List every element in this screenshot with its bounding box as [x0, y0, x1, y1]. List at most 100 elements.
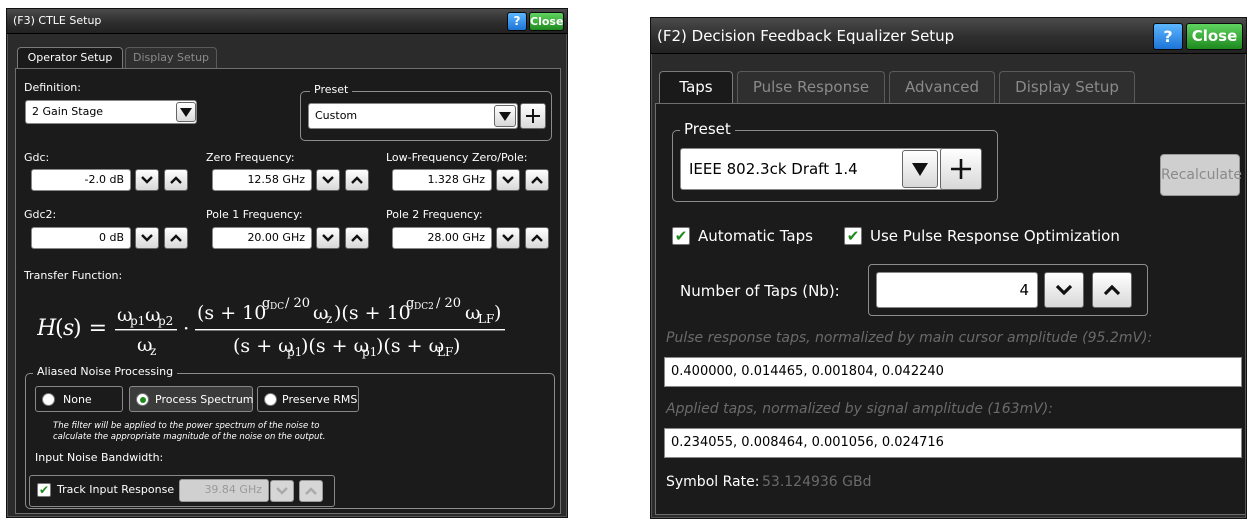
tab-display-setup-dfe[interactable]: Display Setup: [999, 71, 1135, 103]
svg-text:): ): [453, 335, 460, 357]
gdc2-input[interactable]: 0 dB: [31, 227, 131, 249]
pole1-frequency-input[interactable]: 20.00 GHz: [212, 227, 312, 249]
radio-process-spectrum-circle: [136, 393, 149, 406]
chevron-down-icon: [322, 176, 334, 184]
gdc2-decrement-button[interactable]: [135, 227, 159, 249]
radio-process-spectrum[interactable]: Process Spectrum: [129, 386, 254, 412]
pole1-decrement-button[interactable]: [316, 227, 340, 249]
svg-text:LF: LF: [437, 345, 453, 359]
ctle-preset-add-button[interactable]: [520, 103, 546, 129]
ctle-preset-dropdown-button[interactable]: [494, 105, 516, 127]
gdc-input[interactable]: -2.0 dB: [31, 169, 131, 191]
dfe-close-button[interactable]: Close: [1186, 23, 1243, 50]
chevron-down-icon: [141, 176, 153, 184]
definition-select[interactable]: 2 Gain Stage: [25, 100, 197, 124]
applied-taps-field[interactable]: 0.234055, 0.008464, 0.001056, 0.024716: [664, 428, 1242, 458]
number-of-taps-increment-button[interactable]: [1092, 272, 1132, 308]
lf-zero-pole-decrement-button[interactable]: [496, 169, 520, 191]
chevron-up-icon: [170, 176, 182, 184]
chevron-down-icon: [499, 111, 511, 121]
pulse-taps-field[interactable]: 0.400000, 0.014465, 0.001804, 0.042240: [664, 357, 1242, 387]
dfe-preset-dropdown-button[interactable]: [902, 150, 938, 188]
pole1-increment-button[interactable]: [345, 227, 369, 249]
radio-preserve-rms-circle: [264, 393, 277, 406]
chevron-up-icon: [305, 487, 317, 495]
svg-text:DC: DC: [270, 302, 284, 312]
tab-operator-setup[interactable]: Operator Setup: [17, 47, 123, 69]
applied-taps-hint: Applied taps, normalized by signal ampli…: [666, 401, 1053, 417]
tab-display-setup[interactable]: Display Setup: [125, 47, 217, 69]
pole2-frequency-input[interactable]: 28.00 GHz: [392, 227, 492, 249]
definition-label: Definition:: [24, 81, 81, 94]
radio-none-label: None: [63, 393, 92, 406]
number-of-taps-label: Number of Taps (Nb):: [680, 282, 840, 300]
dfe-help-button[interactable]: ?: [1153, 23, 1183, 50]
gdc2-increment-button[interactable]: [164, 227, 188, 249]
svg-text:H: H: [37, 316, 57, 341]
zero-frequency-increment-button[interactable]: [345, 169, 369, 191]
pole2-increment-button[interactable]: [525, 227, 549, 249]
chevron-down-icon: [276, 487, 288, 495]
svg-text:·: ·: [183, 316, 189, 340]
zero-frequency-label: Zero Frequency:: [206, 151, 295, 164]
pole2-decrement-button[interactable]: [496, 227, 520, 249]
dfe-preset-add-button[interactable]: [940, 148, 982, 190]
lf-zero-pole-input[interactable]: 1.328 GHz: [392, 169, 492, 191]
svg-text:)(s + 10: )(s + 10: [334, 302, 411, 324]
chevron-down-icon: [502, 234, 514, 242]
pulse-response-optimization-label: Use Pulse Response Optimization: [870, 227, 1120, 245]
definition-dropdown-button[interactable]: [176, 102, 196, 122]
radio-none[interactable]: None: [35, 386, 123, 412]
chevron-up-icon: [170, 234, 182, 242]
ctle-preset-select[interactable]: Custom: [308, 103, 518, 129]
recalculate-button: Recalculate: [1160, 154, 1242, 196]
bandwidth-increment-button: [299, 480, 323, 502]
svg-text:) =: ) =: [73, 316, 107, 341]
tab-pulse-response[interactable]: Pulse Response: [737, 71, 885, 103]
ctle-help-button[interactable]: ?: [507, 12, 527, 31]
ctle-preset-legend: Preset: [310, 83, 353, 96]
taps-panel: Preset IEEE 802.3ck Draft 1.4 Recalculat…: [655, 103, 1245, 515]
svg-text:(s + ω: (s + ω: [233, 335, 294, 357]
svg-text:DC2: DC2: [414, 302, 434, 312]
svg-text:)(s + ω: )(s + ω: [301, 335, 369, 357]
radio-preserve-rms-label: Preserve RMS: [282, 393, 358, 406]
svg-text:)(s + ω: )(s + ω: [376, 335, 444, 357]
ctle-title: (F3) CTLE Setup: [13, 14, 102, 27]
chevron-up-icon: [351, 234, 363, 242]
track-input-response-checkbox[interactable]: ✔: [37, 483, 51, 497]
number-of-taps-input[interactable]: 4: [876, 272, 1038, 308]
radio-preserve-rms[interactable]: Preserve RMS: [257, 386, 359, 412]
radio-process-spectrum-label: Process Spectrum: [155, 393, 254, 406]
dfe-title: (F2) Decision Feedback Equalizer Setup: [657, 27, 955, 45]
pulse-taps-hint: Pulse response taps, normalized by main …: [666, 330, 1153, 346]
svg-text:z: z: [326, 312, 332, 326]
svg-text:): ): [494, 302, 501, 324]
svg-text:p1: p1: [130, 314, 145, 328]
automatic-taps-label: Automatic Taps: [698, 227, 813, 245]
dfe-preset-legend: Preset: [680, 120, 735, 138]
zero-frequency-decrement-button[interactable]: [316, 169, 340, 191]
number-of-taps-decrement-button[interactable]: [1044, 272, 1084, 308]
automatic-taps-checkbox[interactable]: ✔: [672, 227, 690, 245]
svg-text:(s + 10: (s + 10: [197, 302, 266, 324]
chevron-down-icon: [322, 234, 334, 242]
tab-taps[interactable]: Taps: [659, 71, 733, 103]
aliased-noise-legend: Aliased Noise Processing: [33, 365, 178, 378]
gdc-decrement-button[interactable]: [135, 169, 159, 191]
svg-text:/ 20: / 20: [285, 297, 310, 311]
chevron-up-icon: [531, 176, 543, 184]
lf-zero-pole-label: Low-Frequency Zero/Pole:: [386, 151, 528, 164]
chevron-up-icon: [531, 234, 543, 242]
zero-frequency-input[interactable]: 12.58 GHz: [212, 169, 312, 191]
svg-text:/ 20: / 20: [436, 297, 461, 311]
gdc-increment-button[interactable]: [164, 169, 188, 191]
plus-icon: [526, 109, 540, 123]
tab-advanced[interactable]: Advanced: [889, 71, 995, 103]
ctle-close-button[interactable]: Close: [529, 12, 564, 31]
pulse-response-optimization-checkbox[interactable]: ✔: [844, 227, 862, 245]
transfer-function-equation: H ( s ) = ωp1 ωp2 ωz · (s + 10 g DC/ 20 ω…: [36, 296, 505, 359]
chevron-down-icon: [141, 234, 153, 242]
lf-zero-pole-increment-button[interactable]: [525, 169, 549, 191]
symbol-rate-label: Symbol Rate:: [666, 474, 760, 490]
